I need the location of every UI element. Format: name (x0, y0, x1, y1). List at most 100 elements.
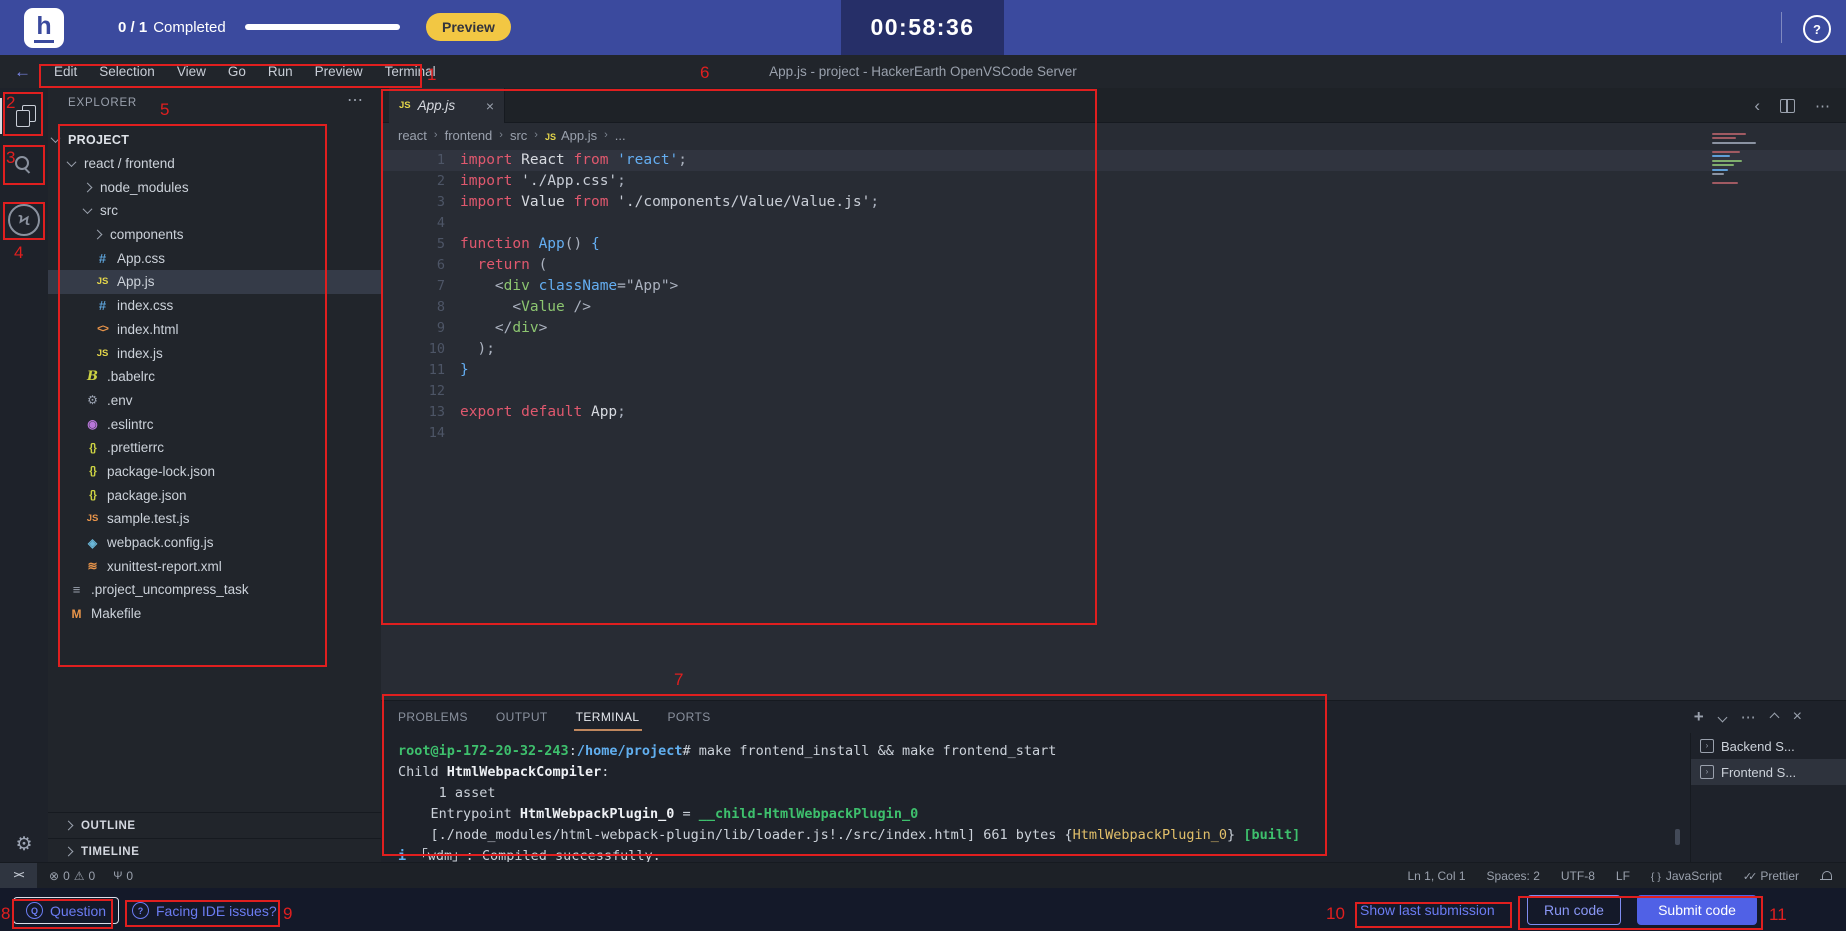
progress-count: 0 / 1 (118, 19, 148, 36)
tree-item-package-lock-json[interactable]: {} package-lock.json (48, 460, 381, 484)
menu-run[interactable]: Run (257, 64, 304, 79)
tree-item--eslintrc[interactable]: ◉ .eslintrc (48, 412, 381, 436)
panel-tab-ports[interactable]: PORTS (668, 710, 711, 724)
breadcrumb-item-app-js[interactable]: JS App.js (545, 128, 597, 143)
tree-item-label: index.css (117, 298, 174, 314)
breadcrumb-item-src[interactable]: src (510, 128, 527, 143)
question-button[interactable]: Q Question (13, 897, 120, 924)
tree-item-project[interactable]: PROJECT (48, 128, 381, 152)
code-line: 12 (381, 381, 1846, 402)
menu-edit[interactable]: Edit (43, 64, 88, 79)
breadcrumb-label: frontend (444, 127, 493, 143)
tree-item--project-uncompress-task[interactable]: ≡ .project_uncompress_task (48, 578, 381, 602)
maximize-panel-icon[interactable] (1769, 712, 1780, 722)
status-item[interactable]: Ln 1, Col 1 (1407, 869, 1465, 883)
tree-item-components[interactable]: components (48, 223, 381, 247)
tree-item--babelrc[interactable]: B .babelrc (48, 365, 381, 389)
close-panel-icon[interactable]: × (1793, 708, 1802, 726)
error-icon: ⊗ (49, 868, 60, 883)
tree-item-node-modules[interactable]: node_modules (48, 175, 381, 199)
tree-item-makefile[interactable]: M Makefile (48, 602, 381, 626)
facing-ide-issues-link[interactable]: ? Facing IDE issues? (132, 897, 277, 924)
tree-item-index-html[interactable]: <> index.html (48, 318, 381, 342)
preview-button[interactable]: Preview (426, 13, 511, 41)
show-last-submission-link[interactable]: Show last submission (1360, 888, 1495, 931)
tree-item-index-js[interactable]: JS index.js (48, 341, 381, 365)
help-icon[interactable]: ? (1803, 15, 1831, 43)
line-number: 11 (428, 362, 445, 378)
tree-item-package-json[interactable]: {} package.json (48, 483, 381, 507)
menu-go[interactable]: Go (217, 64, 257, 79)
tab-label: App.js (417, 98, 456, 113)
search-activity-button[interactable] (0, 148, 48, 182)
problems-indicator[interactable]: ⊗ 0 ⚠ 0 (49, 869, 95, 883)
panel-tab-problems[interactable]: PROBLEMS (398, 710, 468, 724)
code-line: 14 (381, 423, 1846, 444)
tree-item-webpack-config-js[interactable]: ◈ webpack.config.js (48, 531, 381, 555)
status-item[interactable]: UTF-8 (1561, 869, 1595, 883)
tree-item--prettierrc[interactable]: {} .prettierrc (48, 436, 381, 460)
menu-items: Edit Selection View Go Run Preview Terminal (43, 64, 447, 79)
new-terminal-icon[interactable]: + (1694, 707, 1704, 727)
status-item[interactable]: Spaces: 2 (1487, 869, 1540, 883)
minimap[interactable] (1712, 130, 1770, 190)
explorer-activity-button[interactable] (0, 98, 50, 134)
outline-section[interactable]: OUTLINE (48, 812, 381, 838)
warning-icon: ⚠ (73, 868, 85, 883)
run-activity-button[interactable]: Ϟ (0, 204, 48, 236)
split-editor-icon[interactable] (1780, 98, 1795, 113)
editor-actions: ‹ ⋯ (1754, 88, 1830, 123)
settings-button[interactable]: ⚙ (0, 833, 48, 856)
navigate-back-icon[interactable]: ‹ (1754, 96, 1760, 116)
explorer-more-icon[interactable]: ⋯ (347, 90, 363, 110)
breadcrumb-item-frontend[interactable]: frontend (445, 128, 493, 143)
menu-terminal[interactable]: Terminal (374, 64, 447, 79)
terminal-list-item-backend-s-[interactable]: › Backend S... (1691, 733, 1846, 759)
terminal-dropdown-icon[interactable] (1717, 712, 1728, 722)
breadcrumb-item--[interactable]: ... (615, 128, 626, 143)
breadcrumb-item-react[interactable]: react (398, 128, 427, 143)
warning-count: 0 (88, 868, 96, 883)
tree-item-react-frontend[interactable]: react / frontend (48, 152, 381, 176)
bell-icon[interactable] (1820, 870, 1832, 882)
status-item[interactable]: LF (1616, 869, 1630, 883)
hackerearth-logo[interactable]: h (24, 8, 64, 48)
run-code-button[interactable]: Run code (1527, 895, 1621, 925)
formatter-indicator[interactable]: ✓✓ Prettier (1743, 869, 1799, 883)
panel-more-icon[interactable]: ⋯ (1741, 708, 1756, 726)
tree-item-app-js[interactable]: JS App.js (48, 270, 381, 294)
code-editor[interactable]: 1 import React from 'react'; 2 import './Ap… (381, 150, 1846, 444)
tree-item-app-css[interactable]: # App.css (48, 246, 381, 270)
panel-tab-terminal[interactable]: TERMINAL (573, 710, 642, 731)
tree-item-index-css[interactable]: # index.css (48, 294, 381, 318)
tab-appjs[interactable]: JS App.js × (389, 88, 505, 123)
breadcrumb[interactable]: react › frontend › src › JS App.js ›... (398, 123, 626, 147)
terminal-list-item-frontend-s-[interactable]: › Frontend S... (1691, 759, 1846, 785)
menu-view[interactable]: View (166, 64, 217, 79)
terminal-line: 1 asset (398, 785, 496, 801)
line-number: 3 (436, 194, 445, 210)
file-tree: PROJECT react / frontend node_modules src co… (48, 128, 381, 625)
timeline-section[interactable]: TIMELINE (48, 838, 381, 864)
menu-preview[interactable]: Preview (304, 64, 374, 79)
terminal-icon: › (1700, 765, 1714, 779)
panel-tab-output[interactable]: OUTPUT (496, 710, 548, 724)
tree-item-sample-test-js[interactable]: JS sample.test.js (48, 507, 381, 531)
menu-selection[interactable]: Selection (88, 64, 166, 79)
submit-code-button[interactable]: Submit code (1637, 895, 1757, 925)
remote-indicator[interactable]: >< (0, 863, 37, 888)
tree-item-xunittest-report-xml[interactable]: ≋ xunittest-report.xml (48, 554, 381, 578)
code-text: return ( (477, 257, 548, 273)
line-number: 8 (436, 299, 445, 315)
editor-more-icon[interactable]: ⋯ (1815, 97, 1830, 115)
tree-item--env[interactable]: ⚙ .env (48, 389, 381, 413)
ports-indicator[interactable]: Ψ 0 (113, 869, 133, 883)
back-arrow-icon[interactable]: ← (0, 62, 43, 82)
terminal-list-label: Frontend S... (1721, 764, 1797, 780)
language-mode[interactable]: { } JavaScript (1651, 869, 1722, 883)
breadcrumb-label: src (509, 127, 528, 143)
terminal-scrollbar[interactable] (1675, 829, 1680, 845)
tab-close-icon[interactable]: × (486, 98, 494, 114)
tree-item-src[interactable]: src (48, 199, 381, 223)
editor-tab-strip: JS App.js × ‹ ⋯ (381, 88, 1846, 123)
